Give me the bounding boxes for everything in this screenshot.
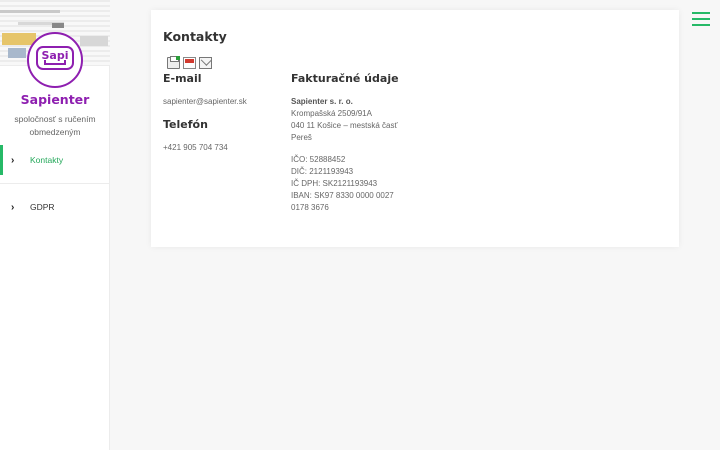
email-value[interactable]: sapienter@sapienter.sk [163, 96, 247, 108]
logo-badge: Sapi [36, 46, 74, 70]
hamburger-line [692, 24, 710, 26]
article-tools [167, 56, 212, 69]
pdf-icon[interactable] [183, 57, 196, 69]
company-logo[interactable]: Sapi [27, 32, 83, 88]
billing-iban: IBAN: SK97 8330 0000 0027 [291, 191, 394, 200]
phone-heading: Telefón [163, 118, 208, 131]
menu-toggle-button[interactable] [692, 12, 710, 26]
email-icon[interactable] [199, 57, 212, 69]
brand-name: Sapienter [20, 92, 90, 107]
hamburger-icon [692, 12, 710, 14]
email-heading: E-mail [163, 72, 202, 85]
billing-ico: IČO: 52888452 [291, 155, 346, 164]
billing-dic: DIČ: 2121193943 [291, 167, 354, 176]
sidebar-item-label: Kontakty [30, 155, 64, 165]
billing-city: 040 11 Košice – mestská časť [291, 121, 398, 130]
page-title: Kontakty [163, 29, 227, 44]
billing-icdph: IČ DPH: SK2121193943 [291, 179, 378, 188]
sidebar: Sapi Sapienter spoločnosť s ručením obme… [0, 0, 110, 450]
brand-tagline: spoločnosť s ručením obmedzeným [14, 114, 96, 137]
billing-iban-cont: 0178 3676 [291, 203, 329, 212]
billing-company: Sapienter s. r. o. [291, 97, 353, 106]
hamburger-line [692, 18, 710, 20]
sidebar-item-label: GDPR [30, 202, 55, 212]
logo-arrow-icon [44, 60, 66, 65]
chevron-right-icon: › [11, 201, 15, 213]
billing-district: Pereš [291, 133, 312, 142]
billing-heading: Fakturačné údaje [291, 72, 399, 85]
sidebar-item-gdpr[interactable]: › GDPR [0, 192, 110, 222]
phone-value[interactable]: +421 905 704 734 [163, 142, 228, 154]
chevron-right-icon: › [11, 154, 15, 166]
print-icon[interactable] [167, 56, 180, 69]
sidebar-item-kontakty[interactable]: › Kontakty [0, 145, 110, 175]
billing-street: Krompašská 2509/91A [291, 109, 372, 118]
nav-divider [0, 183, 110, 184]
content-card [151, 10, 679, 247]
